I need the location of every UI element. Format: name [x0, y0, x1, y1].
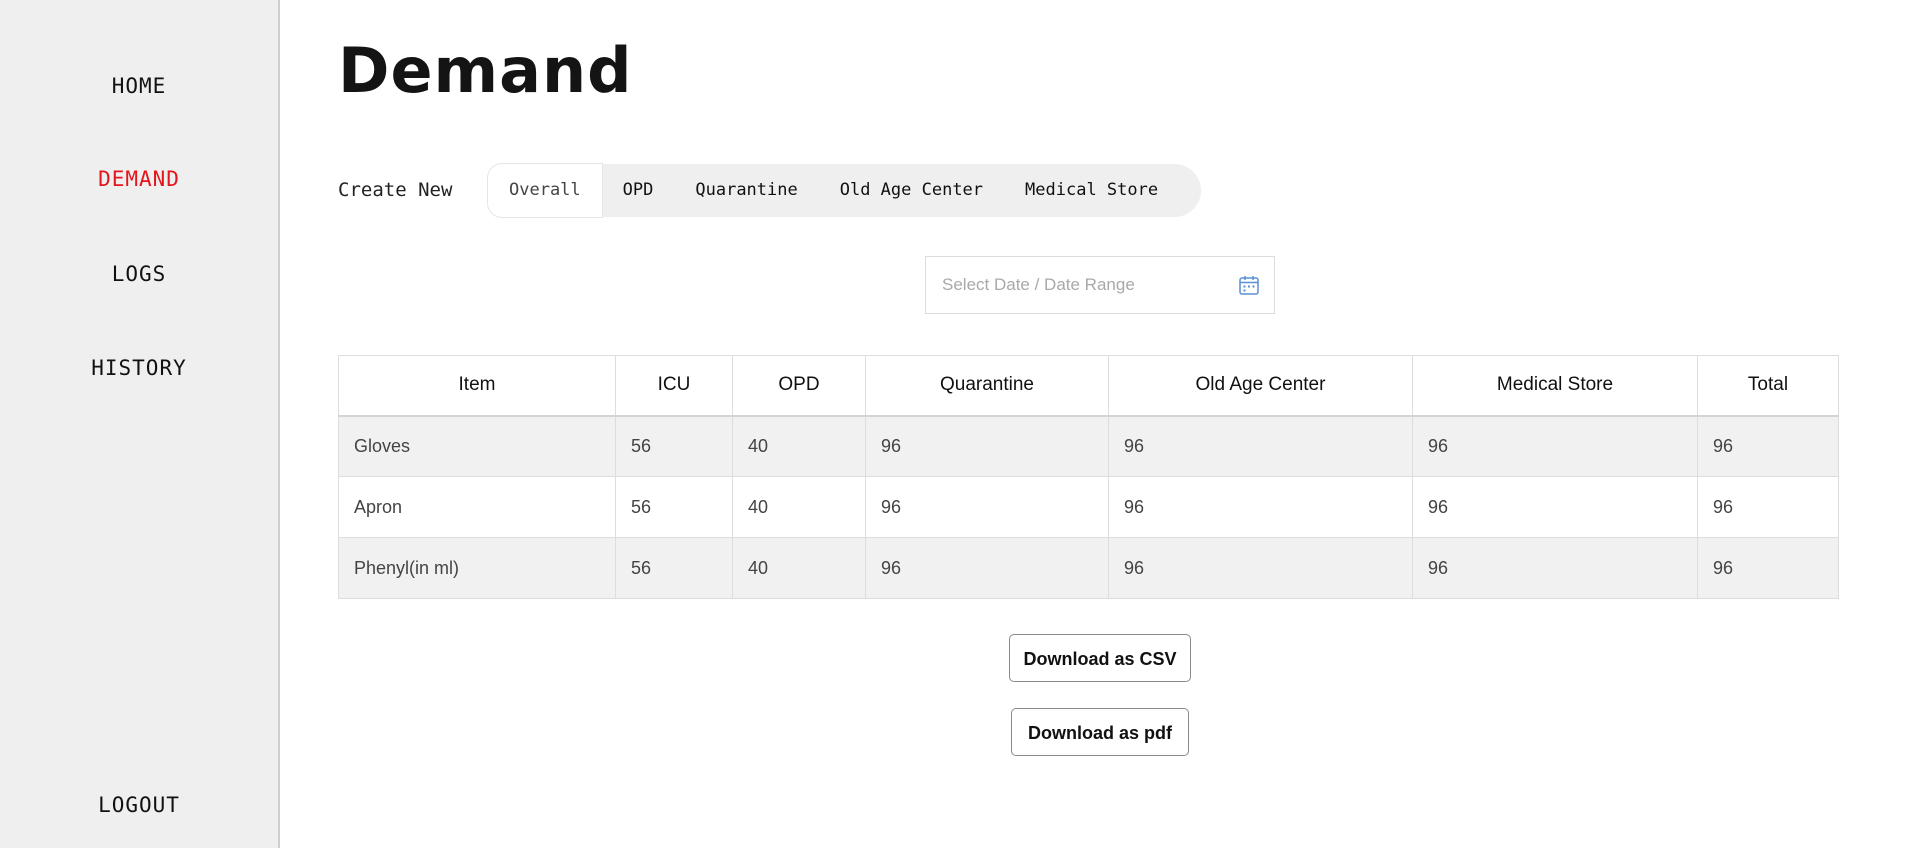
column-header: Total — [1697, 355, 1839, 416]
table-cell: 96 — [1412, 415, 1698, 477]
page-title: Demand — [338, 34, 633, 107]
sidebar-item-logs[interactable]: LOGS — [0, 262, 278, 286]
logout-button[interactable]: LOGOUT — [0, 793, 278, 817]
table-cell: 40 — [732, 415, 866, 477]
table-cell: 40 — [732, 476, 866, 538]
sidebar: HOME DEMAND LOGS HISTORY LOGOUT — [0, 0, 280, 848]
table-cell: Apron — [338, 476, 616, 538]
column-header: Old Age Center — [1108, 355, 1413, 416]
table-cell: 96 — [1697, 537, 1839, 599]
table-cell: Phenyl(in ml) — [338, 537, 616, 599]
date-range-placeholder: Select Date / Date Range — [942, 275, 1135, 294]
table-row: Gloves 56 40 96 96 96 96 — [338, 415, 1839, 477]
app: HOME DEMAND LOGS HISTORY LOGOUT Demand C… — [0, 0, 1920, 848]
table-cell: 56 — [615, 537, 733, 599]
table-cell: 96 — [1108, 537, 1413, 599]
tab-quarantine[interactable]: Quarantine — [674, 164, 818, 217]
table-cell: 96 — [865, 415, 1109, 477]
column-header: OPD — [732, 355, 866, 416]
table-cell: 56 — [615, 415, 733, 477]
create-new-label: Create New — [338, 179, 453, 201]
main-content: Demand Create New Overall OPD Quarantine… — [280, 0, 1920, 848]
column-header: Quarantine — [865, 355, 1109, 416]
tab-old-age-center[interactable]: Old Age Center — [819, 164, 1004, 217]
tab-bar: Overall OPD Quarantine Old Age Center Me… — [488, 164, 1202, 217]
column-header: ICU — [615, 355, 733, 416]
table-cell: 96 — [1108, 415, 1413, 477]
table-cell: 40 — [732, 537, 866, 599]
table-cell: 96 — [1697, 476, 1839, 538]
tab-opd[interactable]: OPD — [602, 164, 675, 217]
download-csv-button[interactable]: Download as CSV — [1009, 634, 1191, 682]
calendar-icon — [1239, 276, 1259, 295]
table-cell: 96 — [865, 476, 1109, 538]
date-range-input[interactable]: Select Date / Date Range — [925, 256, 1275, 314]
table-cell: 96 — [1108, 476, 1413, 538]
demand-table: Item ICU OPD Quarantine Old Age Center M… — [338, 355, 1839, 599]
tab-medical-store[interactable]: Medical Store — [1004, 164, 1179, 217]
sidebar-item-history[interactable]: HISTORY — [0, 356, 278, 380]
table-cell: 56 — [615, 476, 733, 538]
table-cell: Gloves — [338, 415, 616, 477]
column-header: Item — [338, 355, 616, 416]
table-row: Apron 56 40 96 96 96 96 — [338, 476, 1839, 538]
table-row: Phenyl(in ml) 56 40 96 96 96 96 — [338, 537, 1839, 599]
table-cell: 96 — [865, 537, 1109, 599]
demand-table-container: Item ICU OPD Quarantine Old Age Center M… — [338, 355, 1839, 599]
table-cell: 96 — [1697, 415, 1839, 477]
sidebar-item-home[interactable]: HOME — [0, 74, 278, 98]
tab-overall[interactable]: Overall — [488, 164, 602, 217]
table-cell: 96 — [1412, 476, 1698, 538]
column-header: Medical Store — [1412, 355, 1698, 416]
download-pdf-button[interactable]: Download as pdf — [1011, 708, 1189, 756]
table-header-row: Item ICU OPD Quarantine Old Age Center M… — [338, 355, 1839, 416]
sidebar-item-demand[interactable]: DEMAND — [0, 167, 278, 191]
table-cell: 96 — [1412, 537, 1698, 599]
